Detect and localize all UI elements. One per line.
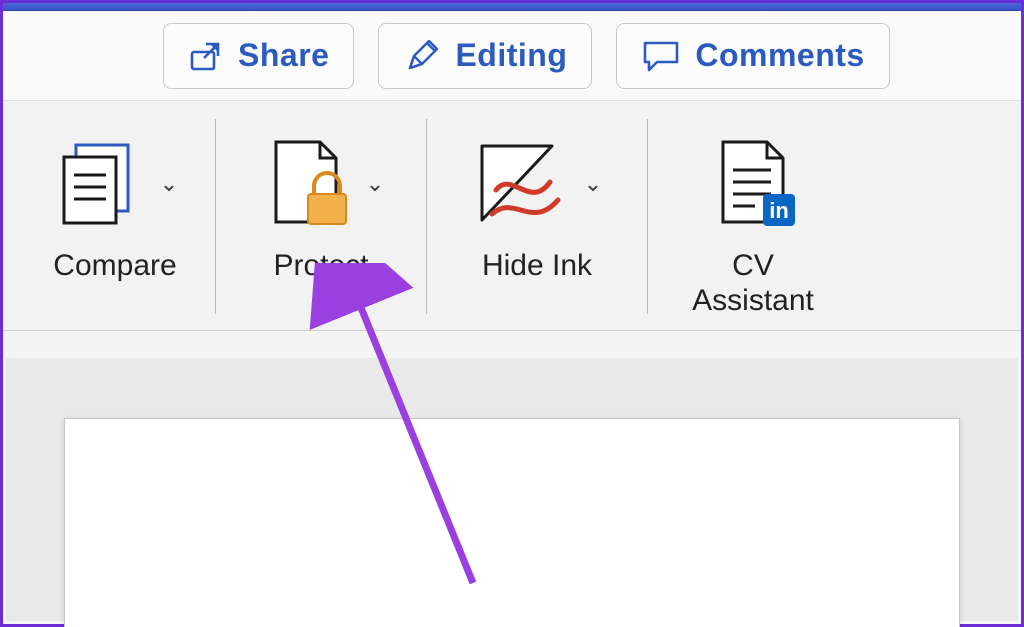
comment-icon [641, 38, 681, 74]
hide-ink-icon [472, 136, 576, 232]
share-icon [188, 38, 224, 74]
window-titlebar [3, 3, 1021, 11]
svg-text:in: in [769, 198, 789, 223]
top-toolbar: Share Editing Comments [3, 11, 1021, 101]
protect-icon [258, 136, 358, 232]
document-page[interactable] [64, 418, 960, 627]
protect-group[interactable]: ⌄ Protect [216, 101, 426, 330]
cv-assistant-label: CV Assistant [692, 249, 814, 318]
compare-label: Compare [53, 249, 176, 284]
comments-label: Comments [695, 37, 864, 74]
compare-dropdown[interactable]: ⌄ [160, 171, 178, 197]
document-canvas [6, 358, 1018, 621]
ribbon: ⌄ Compare ⌄ Protect [3, 101, 1021, 331]
compare-group[interactable]: ⌄ Compare [15, 101, 215, 330]
hide-ink-group[interactable]: ⌄ Hide Ink [427, 101, 647, 330]
protect-label: Protect [273, 249, 368, 284]
share-button[interactable]: Share [163, 23, 354, 89]
share-label: Share [238, 37, 329, 74]
comments-button[interactable]: Comments [616, 23, 889, 89]
hide-ink-dropdown[interactable]: ⌄ [584, 171, 602, 197]
editing-button[interactable]: Editing [378, 23, 592, 89]
cv-assistant-icon: in [705, 136, 801, 232]
cv-assistant-group[interactable]: in CV Assistant [648, 101, 858, 330]
protect-dropdown[interactable]: ⌄ [366, 171, 384, 197]
editing-label: Editing [455, 37, 567, 74]
app-window: Share Editing Comments [0, 0, 1024, 627]
pencil-icon [403, 37, 441, 75]
hide-ink-label: Hide Ink [482, 249, 592, 284]
compare-icon [52, 139, 152, 229]
